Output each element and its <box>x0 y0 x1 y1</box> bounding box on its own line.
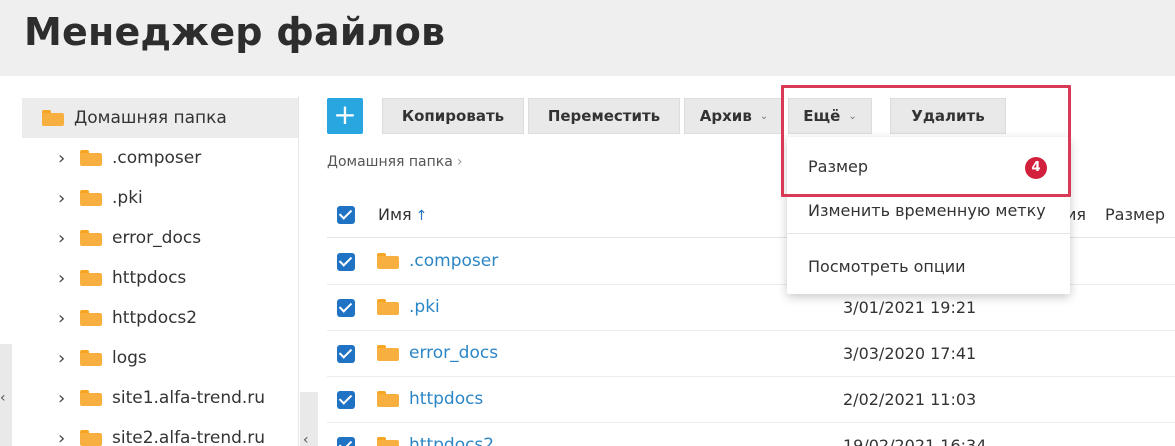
select-all-checkbox[interactable] <box>337 206 355 224</box>
tree-item-label: .pki <box>112 188 143 208</box>
folder-icon <box>80 230 102 246</box>
tree-item-label: error_docs <box>112 228 202 248</box>
menu-item-view-options[interactable]: Посмотреть опции <box>808 257 966 276</box>
folder-icon <box>80 430 102 446</box>
add-button[interactable]: + <box>327 98 363 134</box>
chevron-right-icon[interactable]: › <box>58 188 72 209</box>
tree-item-label: site2.alfa-trend.ru <box>112 428 266 446</box>
tree-item-label: httpdocs2 <box>112 308 198 328</box>
tree-item-site1[interactable]: › site1.alfa-trend.ru <box>58 378 265 418</box>
step-badge: 4 <box>1025 157 1047 179</box>
chevron-right-icon[interactable]: › <box>58 228 72 249</box>
folder-icon <box>80 350 102 366</box>
tree-item-site2[interactable]: › site2.alfa-trend.ru <box>58 418 265 446</box>
archive-button-label: Архив <box>699 107 752 125</box>
move-button-label: Переместить <box>547 107 661 125</box>
tree-item-label: .composer <box>112 148 202 168</box>
chevron-right-icon[interactable]: › <box>58 308 72 329</box>
row-checkbox[interactable] <box>337 253 355 271</box>
column-name-header[interactable]: Имя ↑ <box>378 205 427 224</box>
menu-item-change-timestamp[interactable]: Изменить временную метку <box>808 201 1046 220</box>
file-link[interactable]: httpdocs <box>377 389 483 409</box>
archive-dropdown-button[interactable]: Архив ⌄ <box>684 98 784 134</box>
chevron-right-icon: › <box>456 154 463 170</box>
page-title: Менеджер файлов <box>24 10 446 54</box>
tree-item-httpdocs[interactable]: › httpdocs <box>58 258 186 298</box>
move-button[interactable]: Переместить <box>528 98 680 134</box>
folder-icon <box>377 437 399 446</box>
tree-item-home-row[interactable]: Домашняя папка <box>42 98 227 138</box>
copy-button-label: Копировать <box>401 107 505 125</box>
chevron-right-icon[interactable]: › <box>58 148 72 169</box>
folder-icon <box>80 310 102 326</box>
tree-item-label: Домашняя папка <box>74 108 227 128</box>
file-link[interactable]: .pki <box>377 297 440 317</box>
file-name-label: .composer <box>409 251 499 271</box>
file-name-label: error_docs <box>409 343 499 363</box>
tree-item-label: logs <box>112 348 147 368</box>
chevron-down-icon: ⌄ <box>759 110 769 122</box>
tree-item-logs[interactable]: › logs <box>58 338 147 378</box>
folder-icon <box>377 299 399 315</box>
folder-icon <box>80 390 102 406</box>
chevron-right-icon[interactable]: › <box>58 428 72 446</box>
file-link[interactable]: error_docs <box>377 343 498 363</box>
tree-item-label: site1.alfa-trend.ru <box>112 388 266 408</box>
file-date: 3/01/2021 19:21 <box>843 298 977 317</box>
file-name-label: .pki <box>409 297 440 317</box>
folder-icon <box>377 391 399 407</box>
app-header: Менеджер файлов <box>0 0 1175 76</box>
tree-item-httpdocs2[interactable]: › httpdocs2 <box>58 298 197 338</box>
annotation-highlight-box <box>781 85 1071 197</box>
folder-icon <box>377 253 399 269</box>
folder-icon <box>80 190 102 206</box>
sidebar-divider <box>298 96 299 446</box>
chevron-left-icon: ‹ <box>303 432 309 446</box>
column-size-header[interactable]: Размер <box>1105 205 1165 224</box>
file-link[interactable]: httpdocs2 <box>377 435 494 446</box>
file-name-label: httpdocs2 <box>409 435 495 446</box>
folder-icon <box>42 110 64 126</box>
folder-icon <box>80 270 102 286</box>
chevron-left-icon: ‹ <box>0 390 6 406</box>
collapse-left-handle[interactable]: ‹ <box>0 344 12 446</box>
row-checkbox[interactable] <box>337 391 355 409</box>
row-checkbox[interactable] <box>337 299 355 317</box>
folder-icon <box>377 345 399 361</box>
tree-item-error-docs[interactable]: › error_docs <box>58 218 201 258</box>
column-name-label: Имя <box>378 205 412 224</box>
collapse-sidebar-handle[interactable]: ‹ <box>300 392 318 446</box>
chevron-right-icon[interactable]: › <box>58 388 72 409</box>
breadcrumb: Домашняя папка › <box>327 154 462 170</box>
file-date: 2/02/2021 11:03 <box>843 390 977 409</box>
sort-asc-icon: ↑ <box>415 208 428 224</box>
tree-item-composer[interactable]: › .composer <box>58 138 201 178</box>
chevron-right-icon[interactable]: › <box>58 268 72 289</box>
tree-item-pki[interactable]: › .pki <box>58 178 143 218</box>
folder-icon <box>80 150 102 166</box>
file-date: 3/03/2020 17:41 <box>843 344 977 363</box>
breadcrumb-home[interactable]: Домашняя папка <box>327 154 453 170</box>
chevron-right-icon[interactable]: › <box>58 348 72 369</box>
file-date: 19/02/2021 16:34 <box>843 436 987 446</box>
file-link[interactable]: .composer <box>377 251 498 271</box>
tree-item-label: httpdocs <box>112 268 187 288</box>
row-checkbox[interactable] <box>337 437 355 446</box>
menu-divider <box>787 233 1070 234</box>
copy-button[interactable]: Копировать <box>382 98 524 134</box>
file-name-label: httpdocs <box>409 389 484 409</box>
row-checkbox[interactable] <box>337 345 355 363</box>
